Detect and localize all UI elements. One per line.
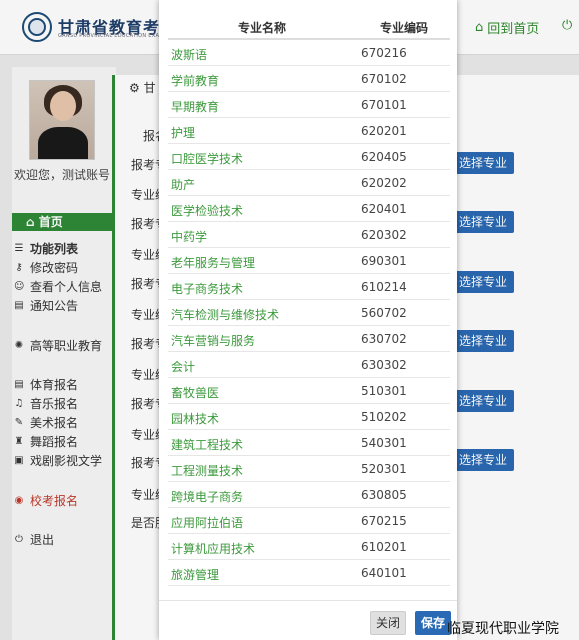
- major-code: 640101: [361, 566, 407, 580]
- major-name-link[interactable]: 电子商务技术: [171, 280, 243, 297]
- table-row[interactable]: 会计 630302: [168, 352, 450, 378]
- table-row[interactable]: 早期教育 670101: [168, 92, 450, 118]
- major-code: 620302: [361, 228, 407, 242]
- major-code: 630302: [361, 358, 407, 372]
- table-row[interactable]: 计算机应用技术 610201: [168, 534, 450, 560]
- major-select-modal: 专业名称 专业编码 波斯语 670216 学前教育 670102 早期教育 670101 护…: [159, 0, 457, 640]
- column-header-code: 专业编码: [380, 21, 429, 35]
- table-row[interactable]: 口腔医学技术 620405: [168, 144, 450, 170]
- major-name-link[interactable]: 中药学: [171, 228, 207, 245]
- major-code: 610214: [361, 280, 407, 294]
- major-name-link[interactable]: 园林技术: [171, 410, 219, 427]
- table-row[interactable]: 中药学 620302: [168, 222, 450, 248]
- major-name-link[interactable]: 汽车检测与维修技术: [171, 306, 279, 323]
- column-header-name: 专业名称: [238, 21, 287, 35]
- table-header: 专业名称 专业编码: [168, 0, 450, 40]
- table-row[interactable]: 应用阿拉伯语 670215: [168, 508, 450, 534]
- major-code: 630702: [361, 332, 407, 346]
- table-row[interactable]: 建筑工程技术 540301: [168, 430, 450, 456]
- table-row[interactable]: 汽车营销与服务 630702: [168, 326, 450, 352]
- table-row[interactable]: 电子商务技术 610214: [168, 274, 450, 300]
- table-row[interactable]: 旅游管理 640101: [168, 560, 450, 586]
- major-name-link[interactable]: 学前教育: [171, 72, 219, 89]
- major-name-link[interactable]: 应用阿拉伯语: [171, 514, 243, 531]
- table-row[interactable]: 波斯语 670216: [168, 40, 450, 66]
- table-row[interactable]: 护理 620201: [168, 118, 450, 144]
- table-row[interactable]: 学前教育 670102: [168, 66, 450, 92]
- major-code: 540301: [361, 436, 407, 450]
- major-code: 510301: [361, 384, 407, 398]
- major-name-link[interactable]: 助产: [171, 176, 195, 193]
- table-row[interactable]: 汽车检测与维修技术 560702: [168, 300, 450, 326]
- major-name-link[interactable]: 跨境电子商务: [171, 488, 243, 505]
- table-row[interactable]: 园林技术 510202: [168, 404, 450, 430]
- major-code: 560702: [361, 306, 407, 320]
- table-row[interactable]: 畜牧兽医 510301: [168, 378, 450, 404]
- major-name-link[interactable]: 口腔医学技术: [171, 150, 243, 167]
- save-button[interactable]: 保存: [415, 611, 451, 635]
- major-code: 620405: [361, 150, 407, 164]
- major-name-link[interactable]: 医学检验技术: [171, 202, 243, 219]
- major-code: 620201: [361, 124, 407, 138]
- major-code: 630805: [361, 488, 407, 502]
- modal-footer: 关闭 保存: [159, 600, 457, 640]
- major-code: 690301: [361, 254, 407, 268]
- table-row[interactable]: 老年服务与管理 690301: [168, 248, 450, 274]
- table-row[interactable]: 跨境电子商务 630805: [168, 482, 450, 508]
- table-row[interactable]: 工程测量技术 520301: [168, 456, 450, 482]
- major-code: 510202: [361, 410, 407, 424]
- major-name-link[interactable]: 汽车营销与服务: [171, 332, 255, 349]
- major-code: 670215: [361, 514, 407, 528]
- major-code: 620202: [361, 176, 407, 190]
- watermark: 临夏现代职业学院: [447, 621, 559, 637]
- major-code: 610201: [361, 540, 407, 554]
- table-row[interactable]: 助产 620202: [168, 170, 450, 196]
- major-code: 520301: [361, 462, 407, 476]
- major-name-link[interactable]: 波斯语: [171, 46, 207, 63]
- major-name-link[interactable]: 建筑工程技术: [171, 436, 243, 453]
- major-name-link[interactable]: 畜牧兽医: [171, 384, 219, 401]
- major-name-link[interactable]: 护理: [171, 124, 195, 141]
- major-name-link[interactable]: 会计: [171, 358, 195, 375]
- major-name-link[interactable]: 计算机应用技术: [171, 540, 255, 557]
- major-name-link[interactable]: 工程测量技术: [171, 462, 243, 479]
- major-code: 670102: [361, 72, 407, 86]
- major-code: 670216: [361, 46, 407, 60]
- major-name-link[interactable]: 旅游管理: [171, 566, 219, 583]
- close-button[interactable]: 关闭: [370, 611, 406, 635]
- major-code: 670101: [361, 98, 407, 112]
- table-row[interactable]: 医学检验技术 620401: [168, 196, 450, 222]
- major-name-link[interactable]: 早期教育: [171, 98, 219, 115]
- major-name-link[interactable]: 老年服务与管理: [171, 254, 255, 271]
- major-code: 620401: [361, 202, 407, 216]
